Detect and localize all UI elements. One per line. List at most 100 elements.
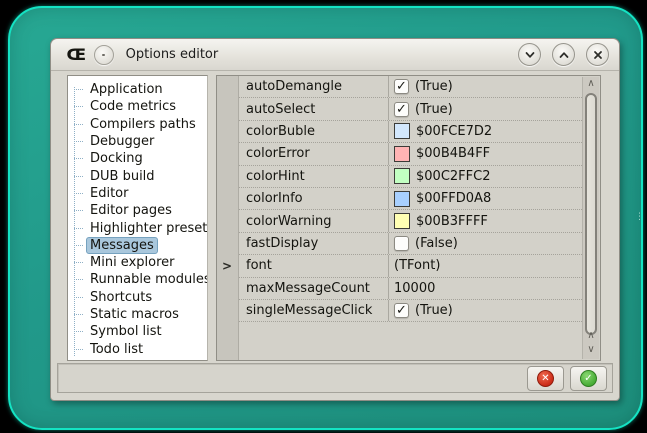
sidebar-item-compilers-paths[interactable]: Compilers paths — [72, 116, 205, 133]
sidebar-item-application[interactable]: Application — [72, 81, 205, 98]
sidebar-item-docking[interactable]: Docking — [72, 150, 205, 167]
chevron-up-icon — [558, 49, 570, 61]
property-row-autoDemangle[interactable]: autoDemangle ✓ (True) — [239, 76, 582, 98]
sidebar-list: ApplicationCode metricsCompilers pathsDe… — [72, 81, 205, 358]
property-value[interactable]: ✓(True) — [388, 98, 582, 119]
footer-bar: ✕ ✓ — [57, 363, 613, 393]
titlebar[interactable]: Œ Options editor — [51, 39, 619, 71]
property-row-colorBuble[interactable]: colorBuble$00FCE7D2 — [239, 121, 582, 143]
categories-panel: ApplicationCode metricsCompilers pathsDe… — [67, 75, 208, 361]
property-row-autoSelect[interactable]: autoSelect✓(True) — [239, 98, 582, 120]
property-value-text: 10000 — [394, 281, 435, 296]
cancel-button[interactable]: ✕ — [527, 366, 564, 391]
sidebar-item-runnable-modules[interactable]: Runnable modules — [72, 271, 205, 288]
checkbox[interactable]: ✓ — [394, 303, 409, 318]
sidebar-item-debugger[interactable]: Debugger — [72, 133, 205, 150]
tree-connector — [74, 89, 83, 90]
property-name: autoSelect — [239, 102, 388, 117]
menu-dot-icon — [102, 54, 105, 56]
property-name: maxMessageCount — [239, 281, 388, 296]
close-button[interactable] — [586, 43, 609, 66]
tree-connector — [74, 176, 83, 177]
scroll-up-button[interactable]: ∧ — [583, 77, 599, 91]
property-row-colorInfo[interactable]: colorInfo $00FFD0A8 — [239, 188, 582, 210]
property-value-text: (TFont) — [394, 258, 440, 273]
checkbox[interactable]: ✓ — [394, 79, 409, 94]
property-name: autoDemangle — [239, 79, 388, 94]
property-value-text: $00B3FFFF — [416, 214, 488, 229]
sidebar-item-mini-explorer[interactable]: Mini explorer — [72, 254, 205, 271]
property-row-colorWarning[interactable]: colorWarning $00B3FFFF — [239, 210, 582, 232]
window-menu-button[interactable] — [94, 45, 114, 65]
sidebar-item-code-metrics[interactable]: Code metrics — [72, 98, 205, 115]
sidebar-item-label: Runnable modules — [86, 271, 208, 288]
property-row-font[interactable]: font(TFont) — [239, 255, 582, 277]
color-swatch[interactable] — [394, 168, 410, 184]
sidebar-item-editor-pages[interactable]: Editor pages — [72, 202, 205, 219]
sidebar-item-shortcuts[interactable]: Shortcuts — [72, 289, 205, 306]
color-swatch[interactable] — [394, 123, 410, 139]
property-value[interactable]: $00FFD0A8 — [388, 188, 582, 209]
sidebar-item-label: Symbol list — [86, 323, 166, 340]
property-row-maxMessageCount[interactable]: maxMessageCount 10000 — [239, 278, 582, 300]
property-value[interactable]: $00FCE7D2 — [388, 121, 582, 142]
property-row-colorHint[interactable]: colorHint$00C2FFC2 — [239, 166, 582, 188]
chevron-down-icon — [524, 49, 536, 61]
property-value[interactable]: ✓(True) — [388, 300, 582, 321]
color-swatch[interactable] — [394, 146, 410, 162]
property-value[interactable]: $00B3FFFF — [388, 210, 582, 231]
sidebar-item-dub-build[interactable]: DUB build — [72, 167, 205, 184]
sidebar-item-label: DUB build — [86, 168, 159, 185]
scroll-down-button[interactable]: ∨ — [583, 343, 599, 357]
sidebar-item-label: Docking — [86, 150, 147, 167]
color-swatch[interactable] — [394, 213, 410, 229]
frame-resize-grip[interactable]: ⋮⋮ — [635, 213, 643, 239]
sidebar-item-label: Mini explorer — [86, 254, 179, 271]
sidebar-item-label: Messages — [86, 237, 158, 254]
property-value-text: $00C2FFC2 — [416, 169, 490, 184]
sidebar-item-label: Application — [86, 81, 167, 98]
property-value-text: (True) — [415, 79, 453, 94]
property-grid-gutter: > — [217, 76, 239, 360]
minimize-button[interactable] — [518, 43, 541, 66]
property-value[interactable]: ✓ (True) — [388, 76, 582, 97]
scroll-up-button-2[interactable]: ∧ — [583, 329, 599, 343]
property-row-singleMessageClick[interactable]: singleMessageClick✓(True) — [239, 300, 582, 322]
sidebar-item-symbol-list[interactable]: Symbol list — [72, 323, 205, 340]
ok-button[interactable]: ✓ — [570, 366, 607, 391]
property-name: colorInfo — [239, 191, 388, 206]
sidebar-item-label: Highlighter presets — [86, 220, 208, 237]
property-row-fastDisplay[interactable]: fastDisplay(False) — [239, 233, 582, 255]
tree-connector — [74, 331, 83, 332]
sidebar-item-todo-list[interactable]: Todo list — [72, 340, 205, 357]
property-value[interactable]: $00C2FFC2 — [388, 166, 582, 187]
property-value[interactable]: 10000 — [388, 278, 582, 299]
color-swatch[interactable] — [394, 191, 410, 207]
tree-connector — [74, 124, 83, 125]
property-value[interactable]: (TFont) — [388, 255, 582, 276]
tree-connector — [74, 228, 83, 229]
property-value-text: $00FFD0A8 — [416, 191, 491, 206]
sidebar-item-highlighter-presets[interactable]: Highlighter presets — [72, 219, 205, 236]
sidebar-item-label: Editor — [86, 185, 132, 202]
maximize-button[interactable] — [552, 43, 575, 66]
property-value[interactable]: $00B4B4FF — [388, 143, 582, 164]
sidebar-item-editor[interactable]: Editor — [72, 185, 205, 202]
checkbox[interactable]: ✓ — [394, 102, 409, 117]
property-row-colorError[interactable]: colorError$00B4B4FF — [239, 143, 582, 165]
tree-connector — [74, 245, 83, 246]
tree-connector — [74, 262, 83, 263]
vertical-scrollbar[interactable]: ∧ ∧ ∨ — [582, 77, 599, 359]
ok-icon: ✓ — [580, 370, 597, 387]
app-logo-icon: Œ — [67, 45, 87, 64]
sidebar-item-messages[interactable]: Messages — [72, 237, 205, 254]
property-value[interactable]: (False) — [388, 233, 582, 254]
tree-connector — [74, 106, 83, 107]
sidebar-item-label: Editor pages — [86, 202, 176, 219]
sidebar-item-static-macros[interactable]: Static macros — [72, 306, 205, 323]
sidebar-item-label: Debugger — [86, 133, 158, 150]
tree-connector — [74, 210, 83, 211]
scrollbar-thumb[interactable] — [585, 93, 597, 335]
property-name: colorWarning — [239, 214, 388, 229]
checkbox[interactable] — [394, 236, 409, 251]
